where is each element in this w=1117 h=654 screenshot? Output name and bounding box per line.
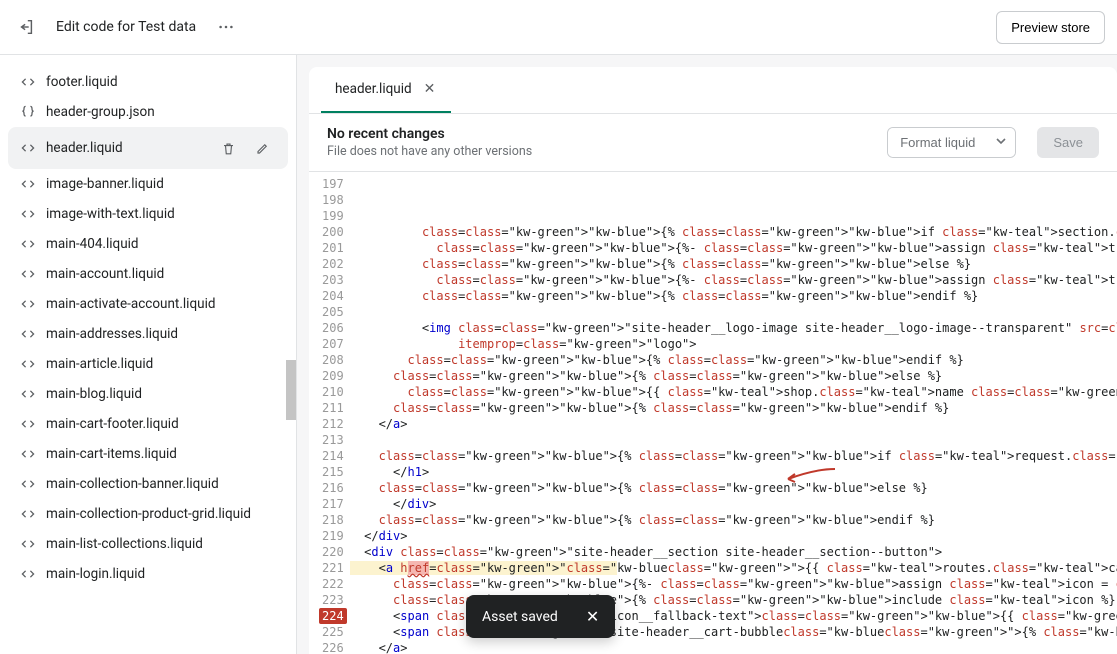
tab-header-liquid[interactable]: header.liquid ✕ (321, 67, 451, 113)
code-content[interactable]: class=class="kw-green">"kw-blue">{% clas… (350, 172, 1117, 654)
tab-bar: header.liquid ✕ (309, 67, 1117, 113)
file-row[interactable]: main-list-collections.liquid (8, 529, 288, 559)
code-icon (20, 356, 36, 372)
code-icon (20, 476, 36, 492)
code-icon (20, 296, 36, 312)
file-name: main-collection-product-grid.liquid (46, 506, 251, 522)
code-icon (20, 416, 36, 432)
sidebar-scrollbar[interactable] (286, 360, 296, 420)
code-icon (20, 236, 36, 252)
file-name: main-account.liquid (46, 266, 164, 282)
file-row[interactable]: footer.liquid (8, 67, 288, 97)
file-name: main-addresses.liquid (46, 326, 178, 342)
file-row[interactable]: main-activate-account.liquid (8, 289, 288, 319)
file-name: footer.liquid (46, 74, 118, 90)
code-icon (20, 206, 36, 222)
line-gutter: 1971981992002012022032042052062072082092… (309, 172, 350, 654)
toast-notification: Asset saved ✕ (466, 595, 615, 638)
file-sidebar[interactable]: footer.liquid header-group.json header.liq… (0, 55, 297, 654)
file-row[interactable]: main-collection-product-grid.liquid (8, 499, 288, 529)
versions-title: No recent changes (327, 126, 532, 142)
file-name: header.liquid (46, 140, 123, 156)
versions-subtitle: File does not have any other versions (327, 144, 532, 159)
file-row[interactable]: main-login.liquid (8, 559, 288, 589)
exit-icon (17, 18, 35, 36)
file-row[interactable]: main-cart-footer.liquid (8, 409, 288, 439)
file-name: image-banner.liquid (46, 176, 164, 192)
code-icon (20, 74, 36, 90)
code-icon (20, 506, 36, 522)
file-row[interactable]: main-addresses.liquid (8, 319, 288, 349)
file-row[interactable]: main-404.liquid (8, 229, 288, 259)
file-name: main-blog.liquid (46, 386, 142, 402)
save-button[interactable]: Save (1037, 127, 1099, 158)
file-row[interactable]: main-collection-banner.liquid (8, 469, 288, 499)
file-name: image-with-text.liquid (46, 206, 175, 222)
code-icon (20, 176, 36, 192)
file-row[interactable]: header-group.json (8, 97, 288, 127)
more-button[interactable] (212, 13, 240, 41)
toast-close-button[interactable]: ✕ (586, 607, 599, 626)
chevron-down-icon (995, 135, 1007, 147)
file-row[interactable]: main-article.liquid (8, 349, 288, 379)
code-icon (20, 140, 36, 156)
file-name: main-login.liquid (46, 566, 145, 582)
file-row[interactable]: image-banner.liquid (8, 169, 288, 199)
code-editor[interactable]: 1971981992002012022032042052062072082092… (309, 172, 1117, 654)
file-name: header-group.json (46, 104, 155, 120)
file-name: main-collection-banner.liquid (46, 476, 219, 492)
rename-file-button[interactable] (248, 134, 276, 162)
dots-icon (217, 18, 235, 36)
file-row[interactable]: image-with-text.liquid (8, 199, 288, 229)
file-row[interactable]: main-account.liquid (8, 259, 288, 289)
preview-button[interactable]: Preview store (996, 11, 1105, 44)
code-icon (20, 266, 36, 282)
tab-label: header.liquid (335, 81, 412, 97)
code-icon (20, 536, 36, 552)
file-row[interactable]: header.liquid (8, 127, 288, 169)
file-name: main-activate-account.liquid (46, 296, 215, 312)
delete-file-button[interactable] (214, 134, 242, 162)
file-row[interactable]: main-blog.liquid (8, 379, 288, 409)
format-liquid-group: Format liquid (887, 127, 1016, 158)
format-liquid-button[interactable]: Format liquid (888, 128, 987, 157)
braces-icon (20, 104, 36, 120)
file-name: main-cart-items.liquid (46, 446, 177, 462)
code-icon (20, 446, 36, 462)
format-liquid-dropdown[interactable] (987, 128, 1015, 157)
toast-message: Asset saved (482, 609, 558, 625)
file-row[interactable]: main-cart-items.liquid (8, 439, 288, 469)
exit-button[interactable] (12, 13, 40, 41)
tab-close-button[interactable]: ✕ (422, 79, 438, 99)
file-name: main-cart-footer.liquid (46, 416, 179, 432)
code-icon (20, 326, 36, 342)
file-name: main-article.liquid (46, 356, 153, 372)
file-name: main-404.liquid (46, 236, 139, 252)
code-icon (20, 386, 36, 402)
code-icon (20, 566, 36, 582)
page-title: Edit code for Test data (56, 19, 196, 35)
file-name: main-list-collections.liquid (46, 536, 203, 552)
